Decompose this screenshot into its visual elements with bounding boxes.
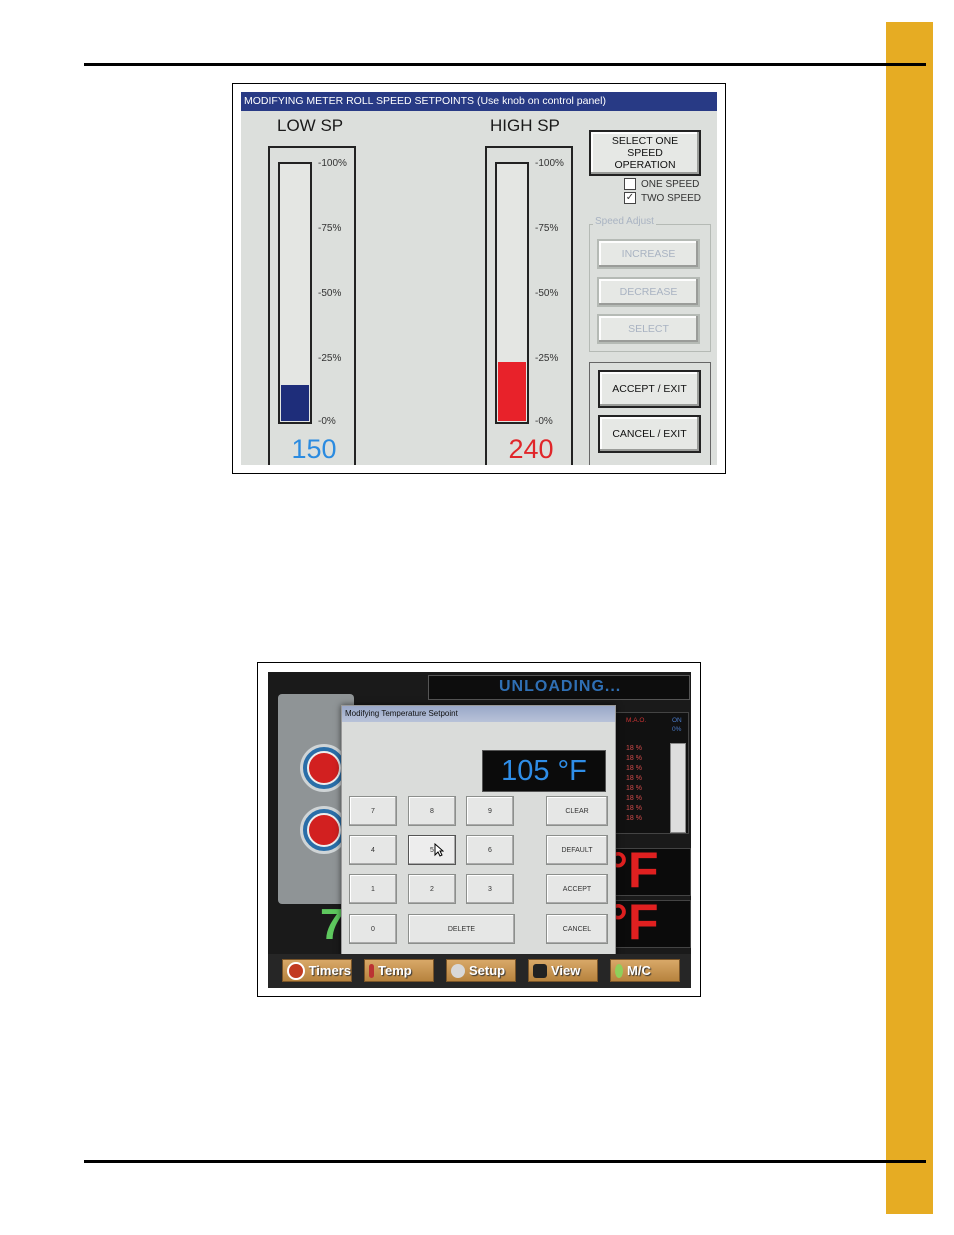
high-sp-gauge: -100% -75% -50% -25% -0% 240 [485,146,573,465]
low-sp-tube [278,162,312,424]
table-cell: 18 % [626,795,642,802]
speed-adjust-legend: Speed Adjust [593,216,656,227]
tick-50: -50% [318,288,342,299]
screen-title: MODIFYING METER ROLL SPEED SETPOINTS (Us… [241,92,717,111]
footer-rule [84,1160,926,1163]
key-5[interactable]: 5 [408,835,456,865]
table-cell: 18 % [626,815,642,822]
high-sp-value: 240 [508,434,554,464]
col-head-on: ON [672,717,682,724]
one-speed-checkbox[interactable] [624,178,636,190]
table-cell: 18 % [626,755,642,762]
table-cell: 18 % [626,745,642,752]
select-one-speed-button[interactable]: SELECT ONE SPEED OPERATION [589,130,701,176]
status-text: UNLOADING... [499,678,622,695]
dialog-title: Modifying Temperature Setpoint [342,706,615,722]
temp-unit-2: °F [613,900,659,948]
col-head-mao: M.A.O. [626,717,647,724]
setpoint-display: 105 °F [482,750,606,792]
setup-label: Setup [469,963,506,978]
low-sp-value: 150 [291,434,337,464]
high-sp-fill [498,362,526,421]
two-speed-option[interactable]: ✓ TWO SPEED [624,192,701,204]
tick-25: -25% [535,353,559,364]
key-9[interactable]: 9 [466,796,514,826]
increase-button[interactable]: INCREASE [597,239,700,269]
view-label: View [551,963,581,978]
status-table: M.A.O. ON 0% 18 % 18 % 18 % 18 % 18 % 18… [613,712,689,834]
binoculars-icon [533,963,547,978]
key-6[interactable]: 6 [466,835,514,865]
decrease-button[interactable]: DECREASE [597,277,700,307]
timers-button[interactable]: Timers [282,959,352,982]
cancel-exit-button[interactable]: CANCEL / EXIT [598,415,701,453]
temp-unit-1: °F [613,848,659,896]
tick-0: -0% [535,416,553,427]
low-sp-fill [281,385,309,421]
one-speed-option[interactable]: ONE SPEED [624,178,699,190]
gear-icon [451,963,465,978]
corn-icon [615,963,623,978]
chapter-tab [886,22,933,1214]
mc-button[interactable]: M/C [610,959,680,982]
key-1[interactable]: 1 [349,874,397,904]
view-button[interactable]: View [528,959,598,982]
meter-roll-screen: MODIFYING METER ROLL SPEED SETPOINTS (Us… [241,92,717,465]
tick-50: -50% [535,288,559,299]
header-rule [84,63,926,66]
low-sp-label: LOW SP [277,116,344,135]
clear-button[interactable]: CLEAR [546,796,608,826]
temp-button[interactable]: Temp [364,959,434,982]
key-0[interactable]: 0 [349,914,397,944]
taskbar: Timers Temp Setup View M/C [268,954,691,988]
table-cell: 18 % [626,805,642,812]
temp-readout-2: °F [613,900,691,948]
select-button[interactable]: SELECT [597,314,700,344]
delete-button[interactable]: DELETE [408,914,515,944]
temp-readout-1: °F [613,848,691,896]
temperature-screen: UNLOADING... 7 M.A.O. ON 0% 18 % 18 % 18… [268,672,691,988]
mouse-cursor-icon [434,843,444,857]
tick-25: -25% [318,353,342,364]
temp-label: Temp [378,963,412,978]
tick-75: -75% [318,223,342,234]
accept-button[interactable]: ACCEPT [546,874,608,904]
tick-100: -100% [535,158,564,169]
tick-0: -0% [318,416,336,427]
table-cell: 18 % [626,775,642,782]
key-7[interactable]: 7 [349,796,397,826]
timers-label: Timers [308,963,351,978]
one-speed-label: ONE SPEED [641,178,700,190]
tick-100: -100% [318,158,347,169]
table-cell: 18 % [626,785,642,792]
two-speed-checkbox[interactable]: ✓ [624,192,636,204]
table-scrollbar[interactable] [670,743,686,833]
clock-icon [287,961,305,980]
cancel-button[interactable]: CANCEL [546,914,608,944]
temperature-setpoint-screenshot: UNLOADING... 7 M.A.O. ON 0% 18 % 18 % 18… [257,662,701,997]
key-8[interactable]: 8 [408,796,456,826]
key-4[interactable]: 4 [349,835,397,865]
table-cell: 18 % [626,765,642,772]
key-2[interactable]: 2 [408,874,456,904]
temperature-setpoint-dialog: Modifying Temperature Setpoint 105 °F 7 … [341,705,616,959]
high-sp-label: HIGH SP [490,116,560,135]
meter-roll-screenshot: MODIFYING METER ROLL SPEED SETPOINTS (Us… [232,83,726,474]
tick-75: -75% [535,223,559,234]
key-3[interactable]: 3 [466,874,514,904]
mc-label: M/C [627,963,651,978]
status-bar: UNLOADING... [428,675,690,700]
two-speed-label: TWO SPEED [641,192,702,204]
thermometer-icon [369,963,374,978]
setup-button[interactable]: Setup [446,959,516,982]
high-sp-tube [495,162,529,424]
col-sub-on: 0% [672,726,682,733]
accept-exit-button[interactable]: ACCEPT / EXIT [598,370,701,408]
low-sp-gauge: -100% -75% -50% -25% -0% 150 [268,146,356,465]
default-button[interactable]: DEFAULT [546,835,608,865]
